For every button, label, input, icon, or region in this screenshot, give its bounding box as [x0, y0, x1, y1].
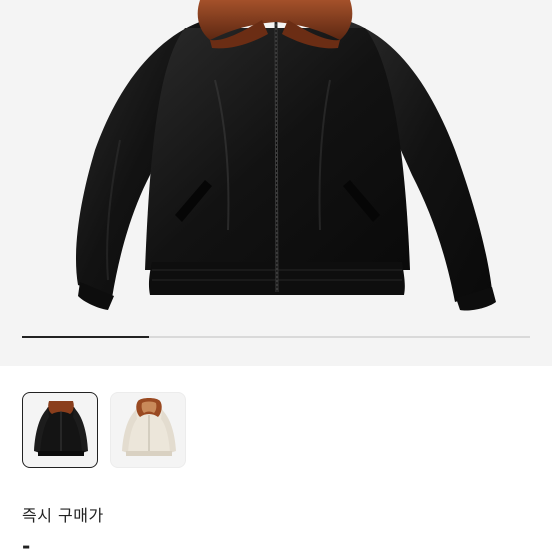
cream-jacket-thumbnail-icon	[122, 398, 176, 456]
image-carousel-progress	[22, 336, 530, 338]
instant-buy-price-label: 즉시 구매가	[22, 506, 104, 525]
product-image-area	[0, 0, 552, 366]
instant-buy-price-value: -	[22, 534, 31, 558]
product-image-black-jacket[interactable]	[0, 0, 552, 366]
thumbnail-cream-jacket[interactable]	[110, 392, 186, 468]
thumbnail-black-jacket[interactable]	[22, 392, 98, 468]
image-carousel-progress-fill	[22, 336, 149, 338]
black-jacket-thumbnail-icon	[34, 401, 88, 456]
